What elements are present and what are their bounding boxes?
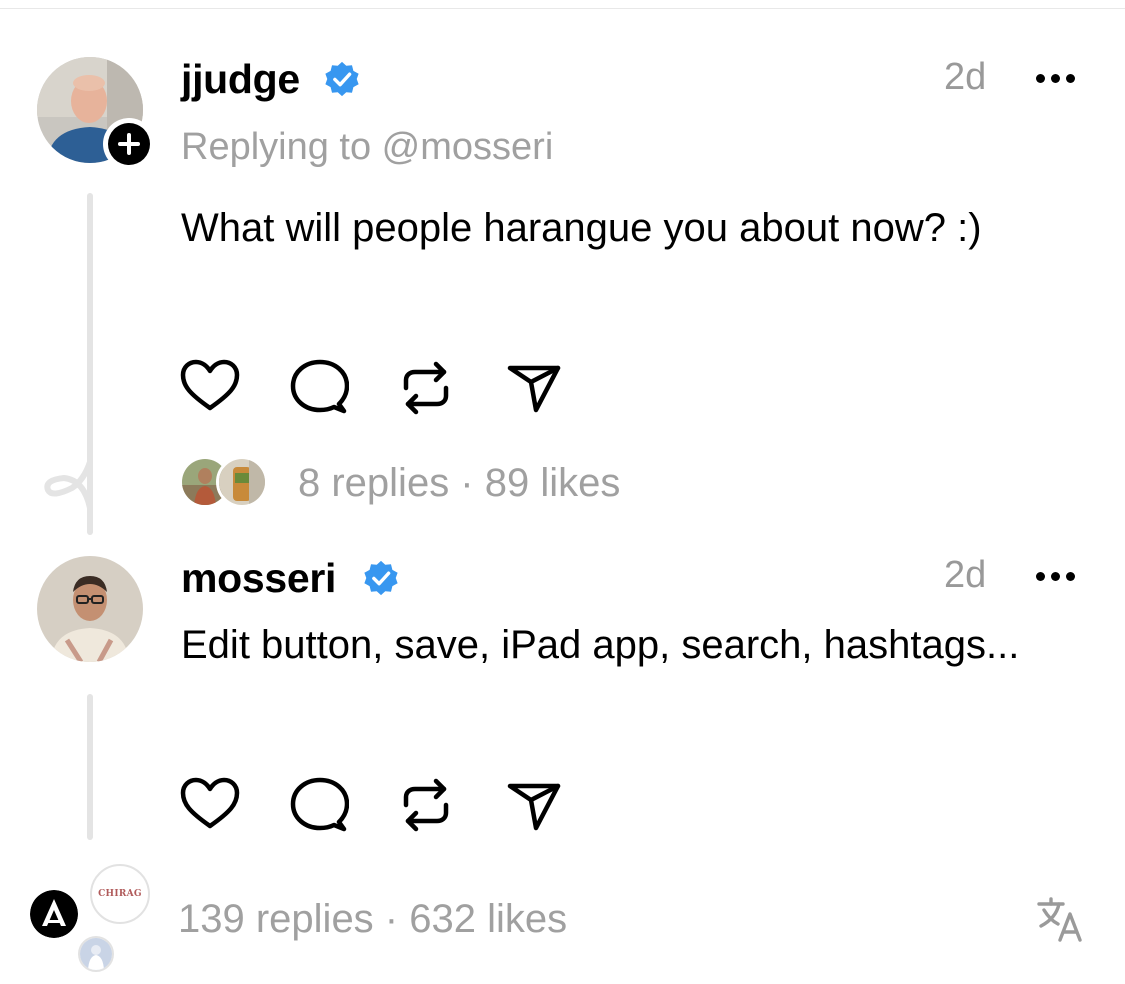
post-text: What will people harangue you about now?…	[181, 206, 982, 250]
send-icon	[507, 783, 561, 831]
translate-icon	[1037, 897, 1082, 942]
post-stats[interactable]: 8 replies · 89 likes	[298, 460, 620, 506]
reply-button[interactable]	[289, 358, 349, 416]
comment-icon	[290, 359, 349, 414]
replier-avatar-chirag[interactable]: CHIRAG	[90, 864, 150, 924]
post-text: Edit button, save, iPad app, search, has…	[181, 623, 1020, 667]
top-divider	[0, 0, 1125, 9]
repost-button[interactable]	[398, 358, 454, 418]
like-button[interactable]	[180, 358, 240, 414]
heart-icon	[180, 777, 240, 829]
share-button[interactable]	[506, 360, 562, 414]
username-jjudge[interactable]: jjudge	[181, 56, 300, 102]
more-icon[interactable]	[1036, 566, 1075, 586]
replier-avatar[interactable]	[78, 936, 114, 972]
follow-button-jjudge[interactable]	[103, 118, 155, 170]
replying-to[interactable]: Replying to @mosseri	[181, 124, 553, 170]
more-icon[interactable]	[1036, 68, 1075, 88]
heart-icon	[180, 359, 240, 411]
verified-badge-icon	[364, 560, 398, 596]
replier-avatar[interactable]	[216, 456, 268, 508]
like-button[interactable]	[180, 776, 240, 832]
reply-button[interactable]	[289, 776, 349, 834]
verified-badge-icon	[325, 61, 359, 97]
timestamp: 2d	[944, 554, 987, 596]
username-mosseri[interactable]: mosseri	[181, 555, 336, 601]
share-button[interactable]	[506, 778, 562, 832]
comment-icon	[290, 777, 349, 832]
repost-icon	[403, 361, 449, 415]
chirag-logo-text: CHIRAG	[98, 889, 142, 899]
repost-button[interactable]	[398, 775, 454, 835]
timestamp: 2d	[944, 56, 987, 98]
post-stats[interactable]: 139 replies · 632 likes	[178, 896, 567, 942]
plus-icon	[108, 123, 150, 165]
avatar-mosseri[interactable]	[37, 556, 143, 662]
thread-line	[87, 694, 93, 840]
repost-icon	[403, 778, 449, 832]
thread-loop-icon	[44, 460, 93, 510]
replier-avatar[interactable]	[30, 890, 78, 938]
send-icon	[507, 365, 561, 413]
translate-button[interactable]	[1036, 896, 1086, 942]
